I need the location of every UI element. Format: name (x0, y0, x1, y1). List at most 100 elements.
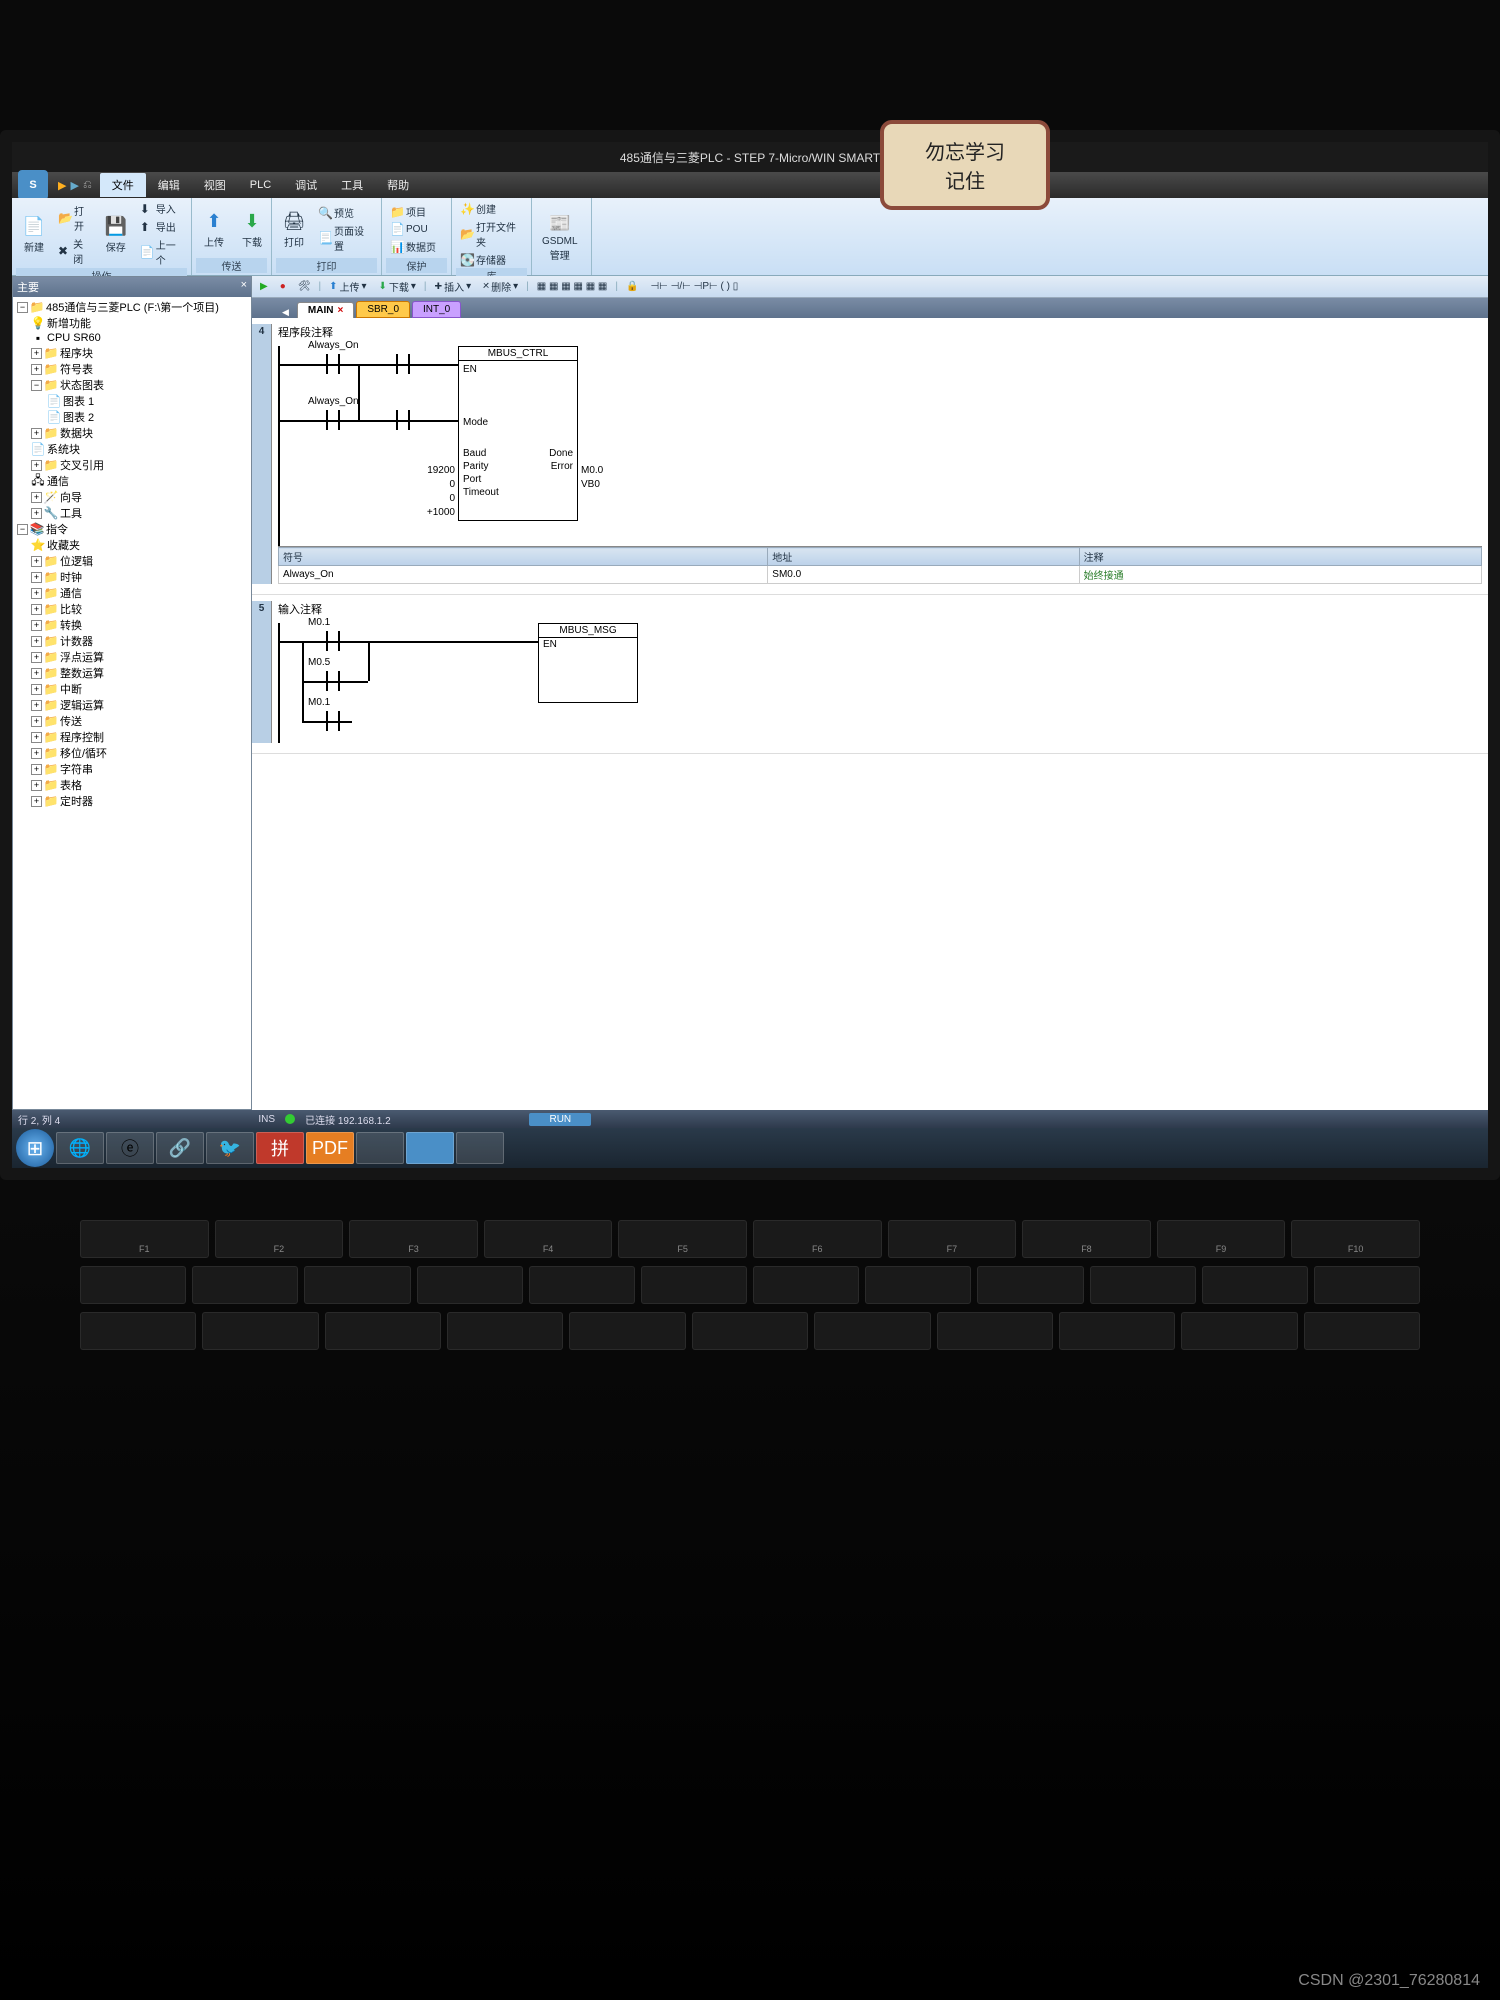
tree-prog-control[interactable]: +📁程序控制 (15, 729, 249, 745)
compile-icon[interactable]: 🛠 (294, 280, 315, 293)
close-icon[interactable]: × (337, 305, 343, 316)
tree-interrupt[interactable]: +📁中断 (15, 681, 249, 697)
menu-edit[interactable]: 编辑 (146, 173, 192, 197)
storage-button[interactable]: 💽存储器 (456, 251, 527, 268)
task-app3[interactable]: 拼 (256, 1132, 304, 1164)
import-button[interactable]: ⬇导入 (136, 200, 187, 217)
prev-button[interactable]: 📄上一个 (136, 236, 187, 268)
task-app1[interactable]: 🔗 (156, 1132, 204, 1164)
export-button[interactable]: ⬆导出 (136, 218, 187, 235)
tb-icons[interactable]: ▦ ▦ ▦ ▦ ▦ ▦ (533, 280, 612, 293)
tree-new-feature[interactable]: 💡新增功能 (15, 315, 249, 331)
task-app2[interactable]: 🐦 (206, 1132, 254, 1164)
tb-download[interactable]: ⬇下载 ▾ (374, 278, 419, 295)
preview-button[interactable]: 🔍预览 (314, 204, 377, 221)
status-connected: 已连接 192.168.1.2 (305, 1112, 391, 1127)
contact-series-1[interactable] (388, 354, 418, 374)
tree-comm[interactable]: 🖧通信 (15, 473, 249, 489)
datapage-button[interactable]: 📊数据页 (386, 238, 440, 255)
tree-data-block[interactable]: +📁数据块 (15, 425, 249, 441)
save-button[interactable]: 💾保存 (98, 213, 134, 256)
tree-tools[interactable]: +🔧工具 (15, 505, 249, 521)
task-pdf[interactable]: PDF (306, 1132, 354, 1164)
app-icon[interactable]: S (18, 170, 48, 200)
contact-m01b[interactable]: M0.1 (318, 711, 348, 731)
menu-view[interactable]: 视图 (192, 173, 238, 197)
table-row[interactable]: Always_OnSM0.0始终接通 (279, 566, 1482, 584)
tree-xref[interactable]: +📁交叉引用 (15, 457, 249, 473)
run-icon[interactable]: ▶ (256, 280, 272, 293)
tree-logical[interactable]: +📁逻辑运算 (15, 697, 249, 713)
tree-symbol-table[interactable]: +📁符号表 (15, 361, 249, 377)
tree-string[interactable]: +📁字符串 (15, 761, 249, 777)
tb-contacts[interactable]: ⊣⊢ ⊣/⊢ ⊣P⊢ ( ) ▯ (646, 280, 742, 293)
mbus-ctrl-block[interactable]: MBUS_CTRL EN Mode BaudDone ParityError P… (458, 346, 578, 521)
ladder-canvas[interactable]: 4 程序段注释 Always_On Always_On (252, 318, 1488, 1110)
tb-delete[interactable]: 🞪 删除 ▾ (479, 278, 522, 295)
key-f9: F9 (1157, 1220, 1286, 1258)
network-title[interactable]: 输入注释 (278, 601, 1482, 617)
contact-always-on-1[interactable]: Always_On (318, 354, 348, 374)
tree-compare[interactable]: +📁比较 (15, 601, 249, 617)
tree-prog-block[interactable]: +📁程序块 (15, 345, 249, 361)
task-app5[interactable] (456, 1132, 504, 1164)
tree-chart2[interactable]: 📄图表 2 (15, 409, 249, 425)
new-button[interactable]: 📄新建 (16, 213, 52, 256)
pagesetup-button[interactable]: 📃页面设置 (314, 222, 377, 254)
menu-debug[interactable]: 调试 (283, 173, 329, 197)
task-app4[interactable] (356, 1132, 404, 1164)
tree-favorites[interactable]: ⭐收藏夹 (15, 537, 249, 553)
tree-float-math[interactable]: +📁浮点运算 (15, 649, 249, 665)
tree-status-chart[interactable]: −📁状态图表 (15, 377, 249, 393)
tab-sbr[interactable]: SBR_0 (356, 301, 410, 318)
tree-convert[interactable]: +📁转换 (15, 617, 249, 633)
tb-lock-icon[interactable]: 🔒 (622, 280, 642, 293)
tree-wizard[interactable]: +🪄向导 (15, 489, 249, 505)
folder-icon: 📁 (44, 746, 58, 760)
tree-shift-rotate[interactable]: +📁移位/循环 (15, 745, 249, 761)
stop-icon[interactable]: ● (276, 280, 290, 293)
create-button[interactable]: ✨创建 (456, 200, 527, 217)
network-title[interactable]: 程序段注释 (278, 324, 1482, 340)
tree-instructions[interactable]: −📚指令 (15, 521, 249, 537)
tb-insert[interactable]: 🞦 插入 ▾ (431, 278, 476, 295)
menu-help[interactable]: 帮助 (375, 173, 421, 197)
tree-int-math[interactable]: +📁整数运算 (15, 665, 249, 681)
task-step7[interactable] (406, 1132, 454, 1164)
menu-plc[interactable]: PLC (238, 175, 283, 195)
tree-project-root[interactable]: −📁485通信与三菱PLC (F:\第一个项目) (15, 299, 249, 315)
menu-file[interactable]: 文件 (100, 173, 146, 197)
open-button[interactable]: 📂打开 (54, 202, 96, 234)
pou-button[interactable]: 📄POU (386, 221, 440, 237)
tree-sys-block[interactable]: 📄系统块 (15, 441, 249, 457)
task-browser[interactable]: 🌐 (56, 1132, 104, 1164)
contact-m05[interactable]: M0.5 (318, 671, 348, 691)
tree-chart1[interactable]: 📄图表 1 (15, 393, 249, 409)
tree-clock[interactable]: +📁时钟 (15, 569, 249, 585)
tree-timers[interactable]: +📁定时器 (15, 793, 249, 809)
mbus-msg-block[interactable]: MBUS_MSG EN (538, 623, 638, 703)
task-ie[interactable]: ⓔ (106, 1132, 154, 1164)
tree-move[interactable]: +📁传送 (15, 713, 249, 729)
gsdml-button[interactable]: 📰GSDML 管理 (536, 210, 584, 264)
menu-tools[interactable]: 工具 (329, 173, 375, 197)
upload-button[interactable]: ⬆上传 (196, 208, 232, 251)
contact-always-on-2[interactable]: Always_On (318, 410, 348, 430)
tab-int[interactable]: INT_0 (412, 301, 461, 318)
tree-bit-logic[interactable]: +📁位逻辑 (15, 553, 249, 569)
project-button[interactable]: 📁项目 (386, 203, 440, 220)
tree-counters[interactable]: +📁计数器 (15, 633, 249, 649)
start-button[interactable]: ⊞ (16, 1129, 54, 1167)
tree-cpu[interactable]: ▪CPU SR60 (15, 331, 249, 345)
contact-series-2[interactable] (388, 410, 418, 430)
tab-main[interactable]: MAIN× (297, 302, 354, 318)
open-folder-button[interactable]: 📂打开文件夹 (456, 218, 527, 250)
close-button[interactable]: ✖关闭 (54, 235, 96, 267)
contact-m01[interactable]: M0.1 (318, 631, 348, 651)
tb-upload[interactable]: ⬆上传 ▾ (325, 278, 370, 295)
print-button[interactable]: 🖨打印 (276, 208, 312, 251)
tree-table[interactable]: +📁表格 (15, 777, 249, 793)
download-button[interactable]: ⬇下载 (234, 208, 270, 251)
tree-close-icon[interactable]: × (241, 279, 247, 295)
tree-communication[interactable]: +📁通信 (15, 585, 249, 601)
